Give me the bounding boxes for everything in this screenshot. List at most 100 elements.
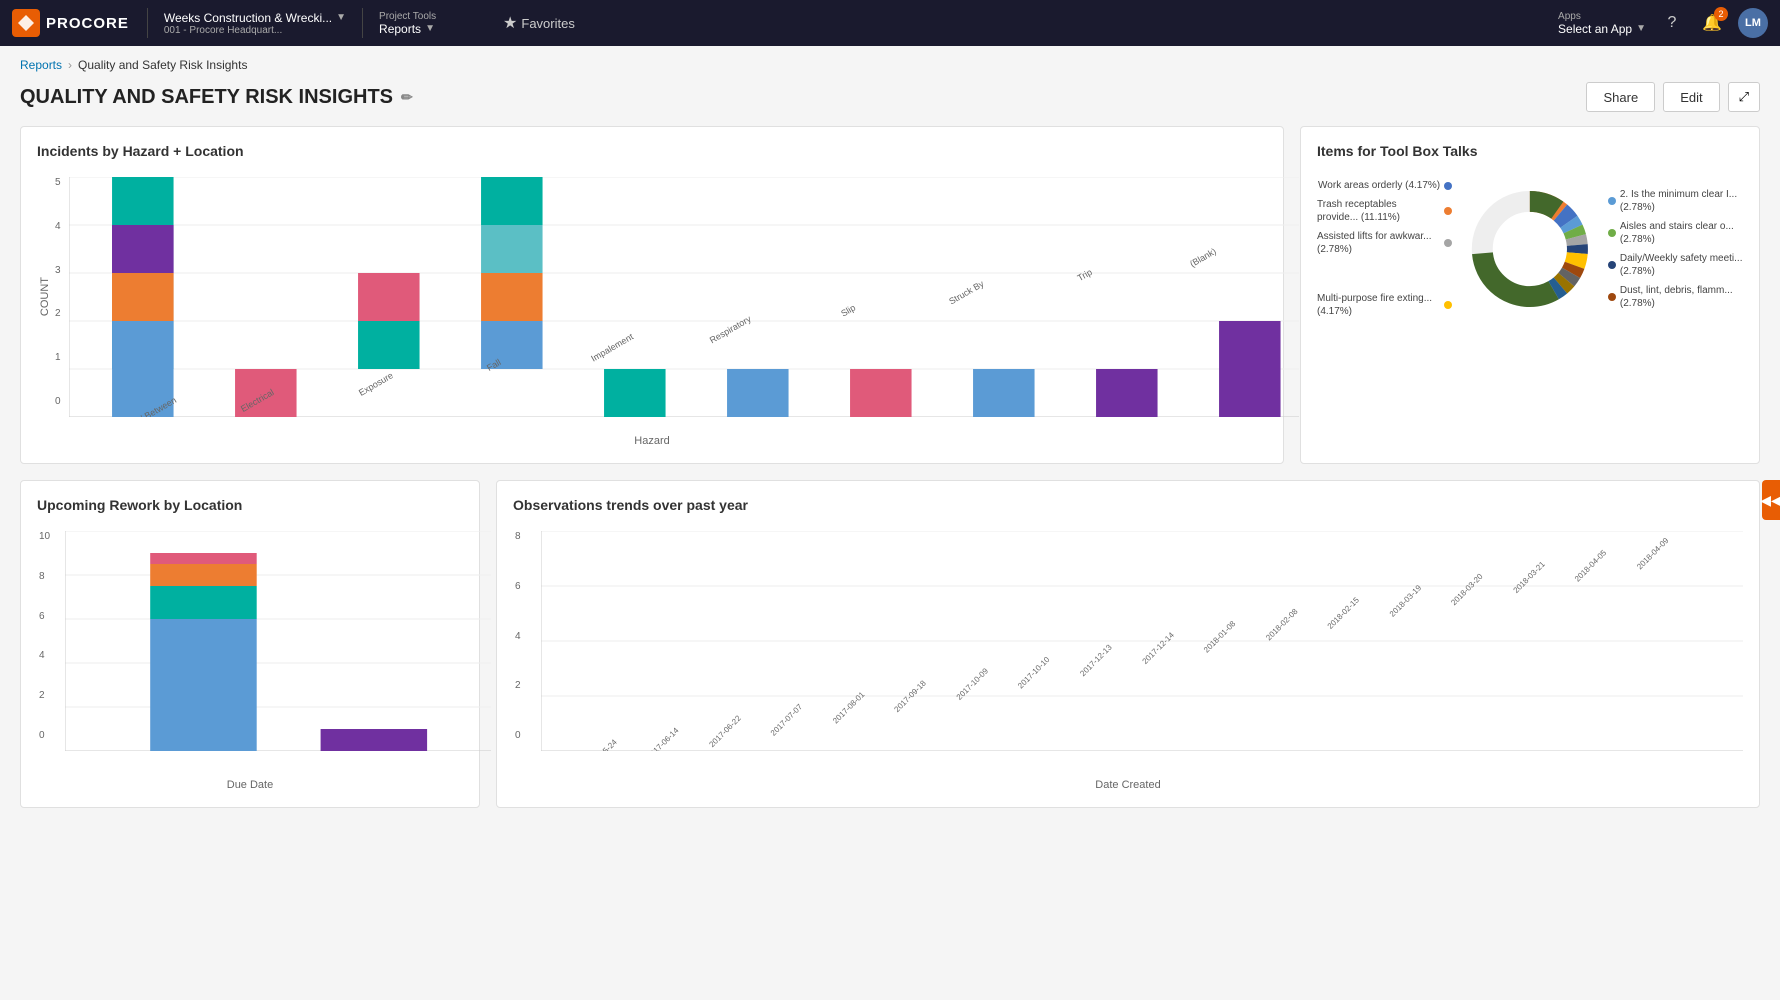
title-edit-icon[interactable]: ✏	[401, 89, 413, 106]
toolbox-chart-title: Items for Tool Box Talks	[1317, 143, 1743, 159]
legend-item-r2: Daily/Weekly safety meeti... (2.78%)	[1608, 252, 1743, 278]
legend-item-3: Multi-purpose fire exting... (4.17%)	[1317, 292, 1452, 318]
svg-text:2017-06-22: 2017-06-22	[707, 713, 743, 749]
project-tools-label: Project Tools	[379, 11, 483, 22]
legend-item-r1: Aisles and stairs clear o... (2.78%)	[1608, 220, 1743, 246]
fullscreen-button[interactable]: ⤢	[1728, 82, 1760, 112]
svg-text:Struck By: Struck By	[947, 278, 986, 306]
svg-text:2018-03-21: 2018-03-21	[1511, 559, 1547, 595]
user-avatar[interactable]: LM	[1738, 8, 1768, 38]
notification-badge: 2	[1714, 7, 1728, 21]
breadcrumb: Reports › Quality and Safety Risk Insigh…	[0, 46, 1780, 76]
donut-svg	[1468, 184, 1592, 314]
observations-chart-area: 0 2 4 6 8	[513, 521, 1743, 791]
svg-text:2017-12-13: 2017-12-13	[1078, 642, 1114, 678]
incidents-x-axis-label: Hazard	[37, 435, 1267, 447]
breadcrumb-reports-link[interactable]: Reports	[20, 58, 62, 72]
legend-dot-1	[1444, 207, 1452, 215]
top-navigation: PROCORE Weeks Construction & Wrecki... ▼…	[0, 0, 1780, 46]
company-dropdown-arrow: ▼	[336, 12, 346, 23]
header-actions: Share Edit ⤢	[1586, 82, 1760, 112]
rework-svg: 2019-05-17 2019-05-28	[65, 531, 491, 751]
apps-selector[interactable]: Apps Select an App ▼	[1558, 11, 1646, 36]
svg-text:2018-02-08: 2018-02-08	[1264, 607, 1300, 643]
page-title: QUALITY AND SAFETY RISK INSIGHTS ✏	[20, 86, 413, 109]
legend-item-1: Trash receptables provide... (11.11%)	[1317, 198, 1452, 224]
svg-text:2017-05-24: 2017-05-24	[583, 737, 619, 751]
rework-chart-title: Upcoming Rework by Location	[37, 497, 463, 513]
star-icon: ★	[503, 13, 517, 33]
incidents-chart-card: Incidents by Hazard + Location COUNT 0 1…	[20, 126, 1284, 464]
legend-dot-3	[1444, 301, 1452, 309]
svg-text:(Blank): (Blank)	[1188, 246, 1218, 269]
legend-dot-r0	[1608, 197, 1616, 205]
charts-row-2: Upcoming Rework by Location 0 2 4 6 8 10	[20, 480, 1760, 808]
charts-row-1: Incidents by Hazard + Location COUNT 0 1…	[20, 126, 1760, 464]
favorites-section[interactable]: ★ Favorites	[491, 13, 587, 33]
logo-icon	[12, 9, 40, 37]
share-button[interactable]: Share	[1586, 82, 1655, 112]
observations-svg: 2017-05-22 2017-05-24 2017-06-14 2017-06…	[541, 531, 1743, 751]
rework-chart-card: Upcoming Rework by Location 0 2 4 6 8 10	[20, 480, 480, 808]
donut-layout: Work areas orderly (4.17%) Trash recepta…	[1317, 179, 1743, 318]
legend-dot-0	[1444, 182, 1452, 190]
legend-item-r0: 2. Is the minimum clear I... (2.78%)	[1608, 188, 1743, 214]
reports-dropdown-arrow: ▼	[425, 23, 435, 34]
donut-legend-right: 2. Is the minimum clear I... (2.78%) Ais…	[1608, 188, 1743, 310]
legend-item-r3: Dust, lint, debris, flamm... (2.78%)	[1608, 284, 1743, 310]
company-sub: 001 - Procore Headquart...	[164, 25, 346, 36]
logo[interactable]: PROCORE	[12, 9, 129, 37]
svg-text:2017-07-07: 2017-07-07	[769, 702, 805, 738]
help-button[interactable]: ?	[1658, 9, 1686, 37]
observations-chart-title: Observations trends over past year	[513, 497, 1743, 513]
svg-text:2018-03-19: 2018-03-19	[1388, 583, 1424, 619]
svg-text:2017-06-14: 2017-06-14	[645, 726, 681, 751]
toolbox-chart-card: Items for Tool Box Talks Work areas orde…	[1300, 126, 1760, 464]
nav-right: Apps Select an App ▼ ? 🔔 2 LM	[1558, 8, 1768, 38]
legend-dot-r3	[1608, 293, 1616, 301]
observations-y-ticks: 0 2 4 6 8	[515, 531, 521, 741]
nav-divider-1	[147, 8, 148, 38]
breadcrumb-separator: ›	[68, 58, 72, 72]
svg-text:2018-01-08: 2018-01-08	[1202, 619, 1238, 655]
rework-y-ticks: 0 2 4 6 8 10	[39, 531, 50, 741]
svg-text:Trip: Trip	[1076, 267, 1094, 283]
project-tools-selector[interactable]: Project Tools Reports ▼	[371, 11, 491, 36]
favorites-label: Favorites	[521, 16, 574, 31]
legend-dot-r1	[1608, 229, 1616, 237]
svg-text:2017-12-14: 2017-12-14	[1141, 630, 1177, 666]
apps-value: Select an App ▼	[1558, 22, 1646, 36]
notifications-button[interactable]: 🔔 2	[1698, 9, 1726, 37]
legend-dot-2	[1444, 239, 1452, 247]
main-content: Incidents by Hazard + Location COUNT 0 1…	[0, 126, 1780, 844]
logo-text: PROCORE	[46, 15, 129, 32]
svg-text:Impalement: Impalement	[589, 331, 635, 363]
incidents-y-axis-label: COUNT	[39, 277, 51, 316]
side-collapse-button[interactable]: ◀◀	[1762, 480, 1780, 520]
apps-dropdown-arrow: ▼	[1636, 23, 1646, 34]
svg-text:2018-04-05: 2018-04-05	[1573, 548, 1609, 584]
breadcrumb-current: Quality and Safety Risk Insights	[78, 58, 247, 72]
svg-text:2018-04-09: 2018-04-09	[1635, 536, 1671, 572]
svg-text:Exposure: Exposure	[357, 370, 395, 398]
incidents-svg: Caught In / Between Electrical Exposure …	[69, 177, 1299, 417]
svg-text:2017-10-10: 2017-10-10	[1016, 655, 1052, 691]
legend-item-0: Work areas orderly (4.17%)	[1318, 179, 1452, 192]
reports-value: Reports ▼	[379, 22, 483, 36]
legend-dot-r2	[1608, 261, 1616, 269]
observations-chart-card: Observations trends over past year 0 2 4…	[496, 480, 1760, 808]
donut-legend-left: Work areas orderly (4.17%) Trash recepta…	[1317, 179, 1452, 318]
incidents-chart-area: COUNT 0 1 2 3 4 5	[37, 167, 1267, 447]
observations-x-axis-label: Date Created	[513, 779, 1743, 791]
company-name: Weeks Construction & Wrecki... ▼	[164, 11, 346, 25]
page-header: QUALITY AND SAFETY RISK INSIGHTS ✏ Share…	[0, 76, 1780, 126]
svg-text:2017-08-01: 2017-08-01	[831, 690, 867, 726]
legend-item-2: Assisted lifts for awkwar... (2.78%)	[1317, 230, 1452, 256]
incidents-y-ticks: 0 1 2 3 4 5	[55, 177, 61, 407]
company-selector[interactable]: Weeks Construction & Wrecki... ▼ 001 - P…	[156, 11, 354, 36]
edit-button[interactable]: Edit	[1663, 82, 1719, 112]
apps-label: Apps	[1558, 11, 1646, 22]
incidents-chart-title: Incidents by Hazard + Location	[37, 143, 1267, 159]
svg-text:Respiratory: Respiratory	[708, 313, 753, 345]
svg-text:2018-03-20: 2018-03-20	[1449, 572, 1485, 608]
